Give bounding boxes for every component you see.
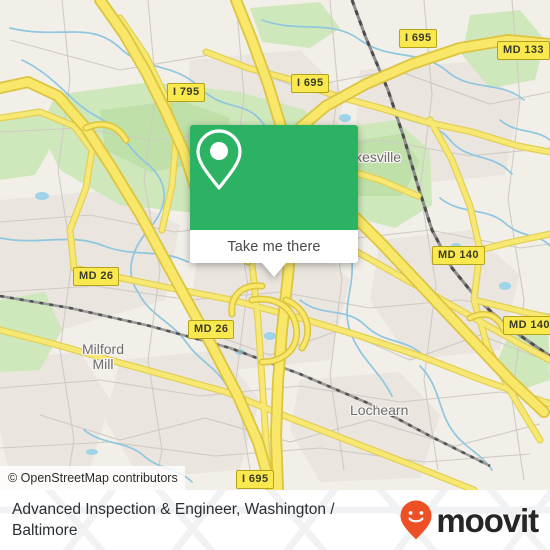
card-pointer-tail	[262, 263, 286, 277]
road-shield: I 695	[399, 29, 438, 48]
road-shield: I 795	[167, 83, 206, 102]
footer-bar: Advanced Inspection & Engineer, Washingt…	[0, 490, 550, 550]
map-canvas[interactable]: I 695 MD 133 I 695 I 795 MD 140 MD 26 MD 140 MD…	[0, 0, 550, 490]
road-shield: MD 133	[497, 41, 550, 60]
moovit-map-screenshot: I 695 MD 133 I 695 I 795 MD 140 MD 26 MD 140 MD…	[0, 0, 550, 550]
map-attribution[interactable]: © OpenStreetMap contributors	[0, 466, 185, 490]
map-pin-icon	[196, 129, 242, 190]
page-title: Advanced Inspection & Engineer, Washingt…	[12, 501, 335, 539]
road-shield: MD 140	[503, 316, 550, 335]
place-label: Lochearn	[350, 402, 409, 418]
brand-wordmark: moovit	[436, 501, 539, 539]
road-shield: MD 26	[188, 320, 235, 339]
card-image-area	[190, 125, 358, 230]
road-shield: MD 26	[73, 267, 120, 286]
take-me-there-card[interactable]: Take me there	[190, 125, 358, 277]
place-label: Milford Mill	[82, 341, 125, 372]
take-me-there-label: Take me there	[227, 238, 321, 255]
card-action-bar[interactable]: Take me there	[190, 230, 358, 277]
road-shield: MD 140	[432, 246, 485, 265]
moovit-brand-logo[interactable]: moovit	[399, 499, 539, 541]
road-shield: I 695	[291, 74, 330, 93]
road-shield: I 695	[236, 470, 275, 489]
moovit-smiley-pin-icon	[400, 500, 432, 540]
place-label: ikesville	[352, 149, 402, 165]
